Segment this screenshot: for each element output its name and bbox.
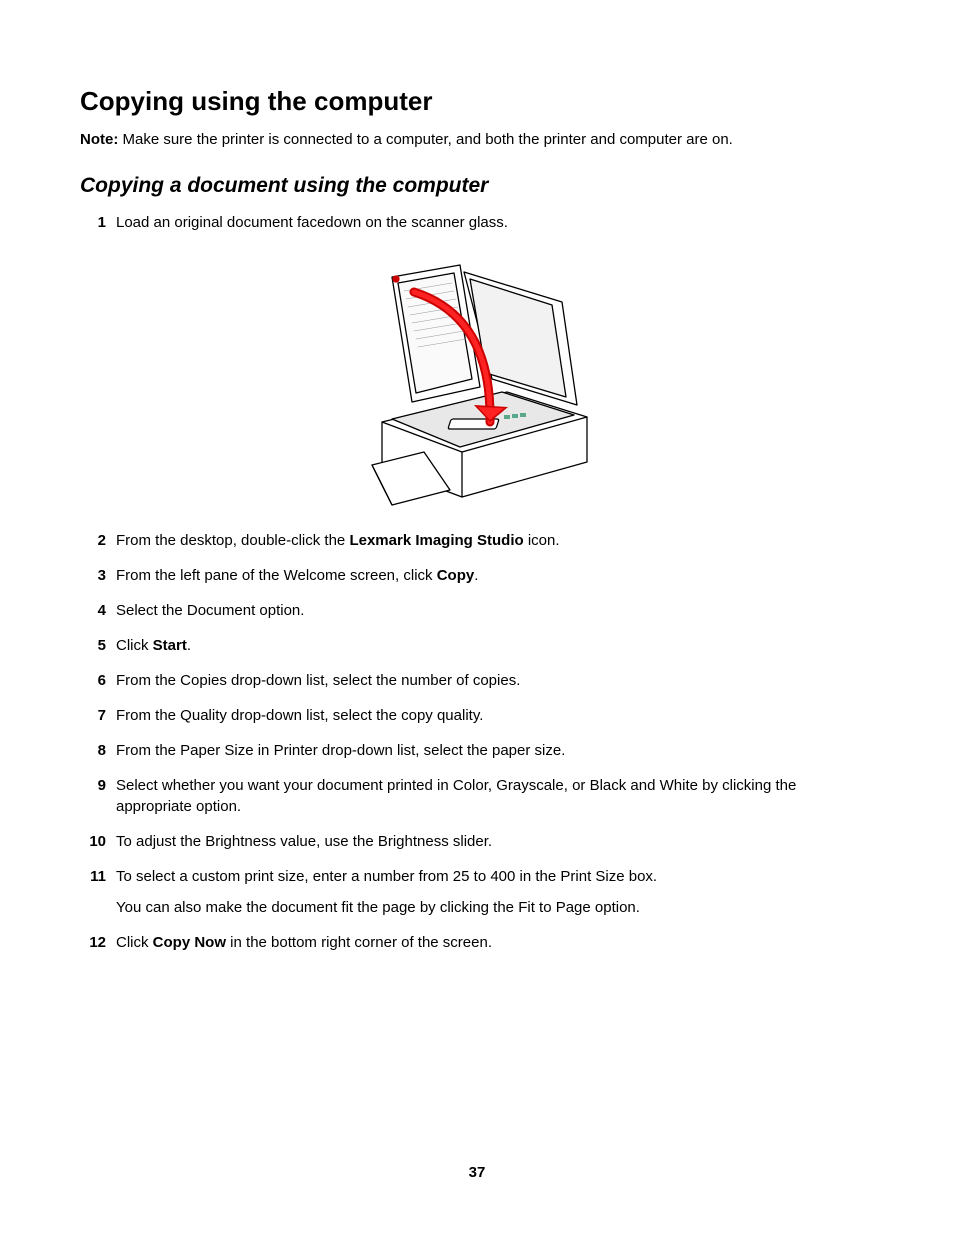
step-number: 7 xyxy=(80,705,106,726)
step-number: 3 xyxy=(80,565,106,586)
step-body: Select the Document option. xyxy=(116,600,874,621)
text-run: . xyxy=(187,637,191,654)
step-text: To adjust the Brightness value, use the … xyxy=(116,831,874,852)
text-run: . xyxy=(474,567,478,584)
step-text: Select the Document option. xyxy=(116,600,874,621)
step-1: 1 Load an original document facedown on … xyxy=(80,212,874,233)
document-page: Copying using the computer Note: Make su… xyxy=(0,0,954,1235)
step-11: 11 To select a custom print size, enter … xyxy=(80,866,874,918)
step-body: Click Copy Now in the bottom right corne… xyxy=(116,932,874,953)
step-body: From the left pane of the Welcome screen… xyxy=(116,565,874,586)
step-4: 4 Select the Document option. xyxy=(80,600,874,621)
step-body: From the Quality drop-down list, select … xyxy=(116,705,874,726)
step-text: From the desktop, double-click the Lexma… xyxy=(116,530,874,551)
figure-container xyxy=(80,247,874,512)
text-bold: Start xyxy=(153,637,187,654)
step-body: To adjust the Brightness value, use the … xyxy=(116,831,874,852)
step-5: 5 Click Start. xyxy=(80,635,874,656)
text-run: in the bottom right corner of the screen… xyxy=(226,934,492,951)
text-run: Click xyxy=(116,637,153,654)
step-text: From the left pane of the Welcome screen… xyxy=(116,565,874,586)
step-body: Load an original document facedown on th… xyxy=(116,212,874,233)
step-number: 12 xyxy=(80,932,106,953)
text-bold: Lexmark Imaging Studio xyxy=(349,532,523,549)
printer-scanner-illustration xyxy=(352,247,602,512)
step-number: 11 xyxy=(80,866,106,887)
section-subheading: Copying a document using the computer xyxy=(80,174,874,198)
step-12: 12 Click Copy Now in the bottom right co… xyxy=(80,932,874,953)
text-run: From the desktop, double-click the xyxy=(116,532,349,549)
step-body: From the Copies drop-down list, select t… xyxy=(116,670,874,691)
step-8: 8 From the Paper Size in Printer drop-do… xyxy=(80,740,874,761)
step-3: 3 From the left pane of the Welcome scre… xyxy=(80,565,874,586)
step-body: Select whether you want your document pr… xyxy=(116,775,874,817)
note-label: Note: xyxy=(80,131,118,148)
text-run: From the left pane of the Welcome screen… xyxy=(116,567,437,584)
step-body: From the Paper Size in Printer drop-down… xyxy=(116,740,874,761)
step-number: 8 xyxy=(80,740,106,761)
text-bold: Copy xyxy=(437,567,475,584)
step-text-secondary: You can also make the document fit the p… xyxy=(116,897,874,918)
step-text: Click Copy Now in the bottom right corne… xyxy=(116,932,874,953)
note-text: Make sure the printer is connected to a … xyxy=(118,131,733,148)
step-7: 7 From the Quality drop-down list, selec… xyxy=(80,705,874,726)
step-text: Load an original document facedown on th… xyxy=(116,212,874,233)
step-number: 1 xyxy=(80,212,106,233)
step-text: From the Quality drop-down list, select … xyxy=(116,705,874,726)
step-body: From the desktop, double-click the Lexma… xyxy=(116,530,874,551)
page-heading: Copying using the computer xyxy=(80,86,874,117)
step-text: Select whether you want your document pr… xyxy=(116,775,874,817)
step-text: To select a custom print size, enter a n… xyxy=(116,866,874,887)
step-body: Click Start. xyxy=(116,635,874,656)
text-bold: Copy Now xyxy=(153,934,226,951)
text-run: icon. xyxy=(524,532,560,549)
step-2: 2 From the desktop, double-click the Lex… xyxy=(80,530,874,551)
step-body: To select a custom print size, enter a n… xyxy=(116,866,874,918)
step-9: 9 Select whether you want your document … xyxy=(80,775,874,817)
printer-scanner-icon xyxy=(352,247,602,507)
step-number: 10 xyxy=(80,831,106,852)
step-text: From the Paper Size in Printer drop-down… xyxy=(116,740,874,761)
page-number: 37 xyxy=(0,1164,954,1181)
step-6: 6 From the Copies drop-down list, select… xyxy=(80,670,874,691)
step-number: 4 xyxy=(80,600,106,621)
step-number: 6 xyxy=(80,670,106,691)
step-10: 10 To adjust the Brightness value, use t… xyxy=(80,831,874,852)
step-text: From the Copies drop-down list, select t… xyxy=(116,670,874,691)
note-paragraph: Note: Make sure the printer is connected… xyxy=(80,131,874,148)
step-number: 9 xyxy=(80,775,106,796)
text-run: Click xyxy=(116,934,153,951)
step-text: Click Start. xyxy=(116,635,874,656)
step-number: 2 xyxy=(80,530,106,551)
step-number: 5 xyxy=(80,635,106,656)
